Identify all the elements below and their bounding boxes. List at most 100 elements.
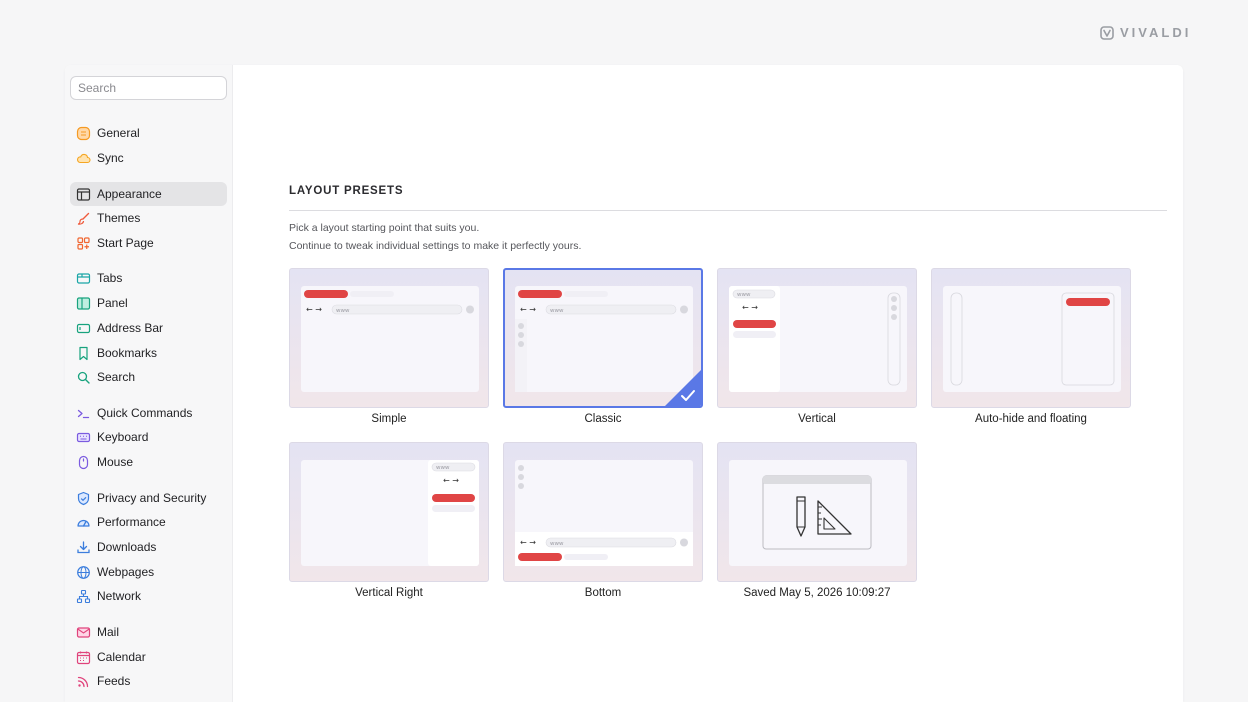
sidebar-item-sync[interactable]: Sync bbox=[70, 146, 227, 170]
preset-simple[interactable]: ← → www Simple bbox=[289, 268, 489, 428]
preset-vertical[interactable]: www ← → Vertical bbox=[717, 268, 917, 428]
preset-thumbnail bbox=[717, 442, 917, 582]
sidebar-item-downloads[interactable]: Downloads bbox=[70, 535, 227, 559]
sidebar-item-label: Panel bbox=[97, 296, 128, 310]
tabs-icon bbox=[76, 271, 91, 286]
preset-label: Vertical Right bbox=[355, 587, 423, 599]
sidebar-item-label: Search bbox=[97, 370, 136, 384]
sidebar-item-label: Quick Commands bbox=[97, 406, 193, 420]
sidebar-item-start-page[interactable]: Start Page bbox=[70, 231, 227, 255]
appearance-icon bbox=[76, 187, 91, 202]
preset-label: Saved May 5, 2026 10:09:27 bbox=[743, 587, 891, 599]
preset-thumbnail bbox=[931, 268, 1131, 408]
search-input[interactable] bbox=[70, 76, 227, 100]
preset-bottom[interactable]: ← → www Bottom bbox=[503, 442, 703, 602]
sidebar-item-quick-commands[interactable]: Quick Commands bbox=[70, 401, 227, 425]
vivaldi-logo-icon bbox=[1100, 25, 1114, 40]
svg-text:www: www bbox=[436, 465, 450, 471]
settings-window: General Sync Appearance Themes Start Pag… bbox=[65, 65, 1183, 702]
preset-thumbnail: ← → www bbox=[289, 268, 489, 408]
sidebar-item-label: Sync bbox=[97, 151, 124, 165]
sidebar-item-general[interactable]: General bbox=[70, 121, 227, 145]
sidebar-item-panel[interactable]: Panel bbox=[70, 291, 227, 315]
keyboard-icon bbox=[76, 430, 91, 445]
sidebar-item-label: Start Page bbox=[97, 236, 154, 250]
sidebar-item-privacy-security[interactable]: Privacy and Security bbox=[70, 486, 227, 510]
svg-text:www: www bbox=[550, 541, 564, 547]
mail-icon bbox=[76, 625, 91, 640]
sidebar-item-label: Feeds bbox=[97, 674, 131, 688]
vivaldi-brand: VIVALDI bbox=[1100, 25, 1191, 40]
preset-label: Simple bbox=[371, 413, 407, 425]
sidebar-item-tabs[interactable]: Tabs bbox=[70, 266, 227, 290]
shield-icon bbox=[76, 491, 91, 506]
sidebar-item-label: Mail bbox=[97, 625, 120, 639]
description-line-1: Pick a layout starting point that suits … bbox=[289, 222, 480, 234]
svg-text:www: www bbox=[550, 308, 564, 314]
svg-text:www: www bbox=[336, 308, 350, 314]
sidebar-item-label: Calendar bbox=[97, 650, 146, 664]
sidebar-item-mail[interactable]: Mail bbox=[70, 620, 227, 644]
preset-label: Vertical bbox=[798, 413, 836, 425]
sidebar-item-keyboard[interactable]: Keyboard bbox=[70, 425, 227, 449]
sidebar-item-performance[interactable]: Performance bbox=[70, 510, 227, 534]
gauge-icon bbox=[76, 515, 91, 530]
sidebar-item-label: Appearance bbox=[97, 187, 162, 201]
sidebar-item-address-bar[interactable]: Address Bar bbox=[70, 316, 227, 340]
feed-icon bbox=[76, 674, 91, 689]
preset-vertical-right[interactable]: www ← → Vertical Right bbox=[289, 442, 489, 602]
sidebar-item-label: Mouse bbox=[97, 455, 134, 469]
svg-text:← →: ← → bbox=[306, 305, 322, 314]
sidebar-item-search[interactable]: Search bbox=[70, 365, 227, 389]
preset-label: Bottom bbox=[584, 587, 622, 599]
brush-icon bbox=[76, 211, 91, 226]
settings-sidebar: General Sync Appearance Themes Start Pag… bbox=[65, 65, 233, 702]
preset-label: Auto-hide and floating bbox=[975, 413, 1087, 425]
quick-commands-icon bbox=[76, 406, 91, 421]
cloud-icon bbox=[76, 151, 91, 166]
description-line-2: Continue to tweak individual settings to… bbox=[289, 240, 582, 252]
preset-thumbnail: ← → www bbox=[503, 268, 703, 408]
start-page-icon bbox=[76, 236, 91, 251]
sidebar-item-label: Tabs bbox=[97, 271, 123, 285]
preset-classic[interactable]: ← → www Classic bbox=[503, 268, 703, 428]
sidebar-item-bookmarks[interactable]: Bookmarks bbox=[70, 341, 227, 365]
selected-check-icon bbox=[665, 370, 701, 406]
sidebar-item-label: Webpages bbox=[97, 565, 155, 579]
sidebar-item-label: Keyboard bbox=[97, 430, 149, 444]
svg-text:← →: ← → bbox=[520, 305, 536, 314]
sidebar-item-calendar[interactable]: Calendar bbox=[70, 645, 227, 669]
simple-layout-illustration: ← → www bbox=[301, 286, 479, 392]
calendar-icon bbox=[76, 650, 91, 665]
preset-thumbnail: www ← → bbox=[717, 268, 917, 408]
section-title: LAYOUT PRESETS bbox=[289, 185, 404, 197]
bookmark-icon bbox=[76, 346, 91, 361]
preset-saved[interactable]: Saved May 5, 2026 10:09:27 bbox=[717, 442, 917, 602]
preset-auto-hide-floating[interactable]: Auto-hide and floating bbox=[931, 268, 1131, 428]
sidebar-item-label: Network bbox=[97, 589, 142, 603]
preset-thumbnail: www ← → bbox=[289, 442, 489, 582]
search-icon bbox=[76, 370, 91, 385]
sidebar-item-network[interactable]: Network bbox=[70, 584, 227, 608]
svg-text:← →: ← → bbox=[520, 538, 536, 547]
download-icon bbox=[76, 540, 91, 555]
sidebar-item-label: Themes bbox=[97, 211, 141, 225]
preset-label: Classic bbox=[584, 413, 622, 425]
sidebar-item-label: Bookmarks bbox=[97, 346, 158, 360]
auto-hide-layout-illustration bbox=[943, 286, 1121, 392]
sidebar-item-mouse[interactable]: Mouse bbox=[70, 450, 227, 474]
bottom-layout-illustration: ← → www bbox=[515, 460, 693, 566]
sidebar-item-label: Privacy and Security bbox=[97, 491, 207, 505]
svg-text:← →: ← → bbox=[443, 476, 459, 485]
sidebar-item-label: Downloads bbox=[97, 540, 157, 554]
mouse-icon bbox=[76, 455, 91, 470]
sidebar-item-label: General bbox=[97, 126, 140, 140]
sidebar-item-webpages[interactable]: Webpages bbox=[70, 560, 227, 584]
sidebar-item-feeds[interactable]: Feeds bbox=[70, 669, 227, 693]
globe-icon bbox=[76, 565, 91, 580]
sidebar-item-appearance[interactable]: Appearance bbox=[70, 182, 227, 206]
sidebar-item-themes[interactable]: Themes bbox=[70, 206, 227, 230]
svg-text:← →: ← → bbox=[742, 303, 758, 312]
brand-name: VIVALDI bbox=[1120, 25, 1192, 40]
vertical-layout-illustration: www ← → bbox=[729, 286, 907, 392]
